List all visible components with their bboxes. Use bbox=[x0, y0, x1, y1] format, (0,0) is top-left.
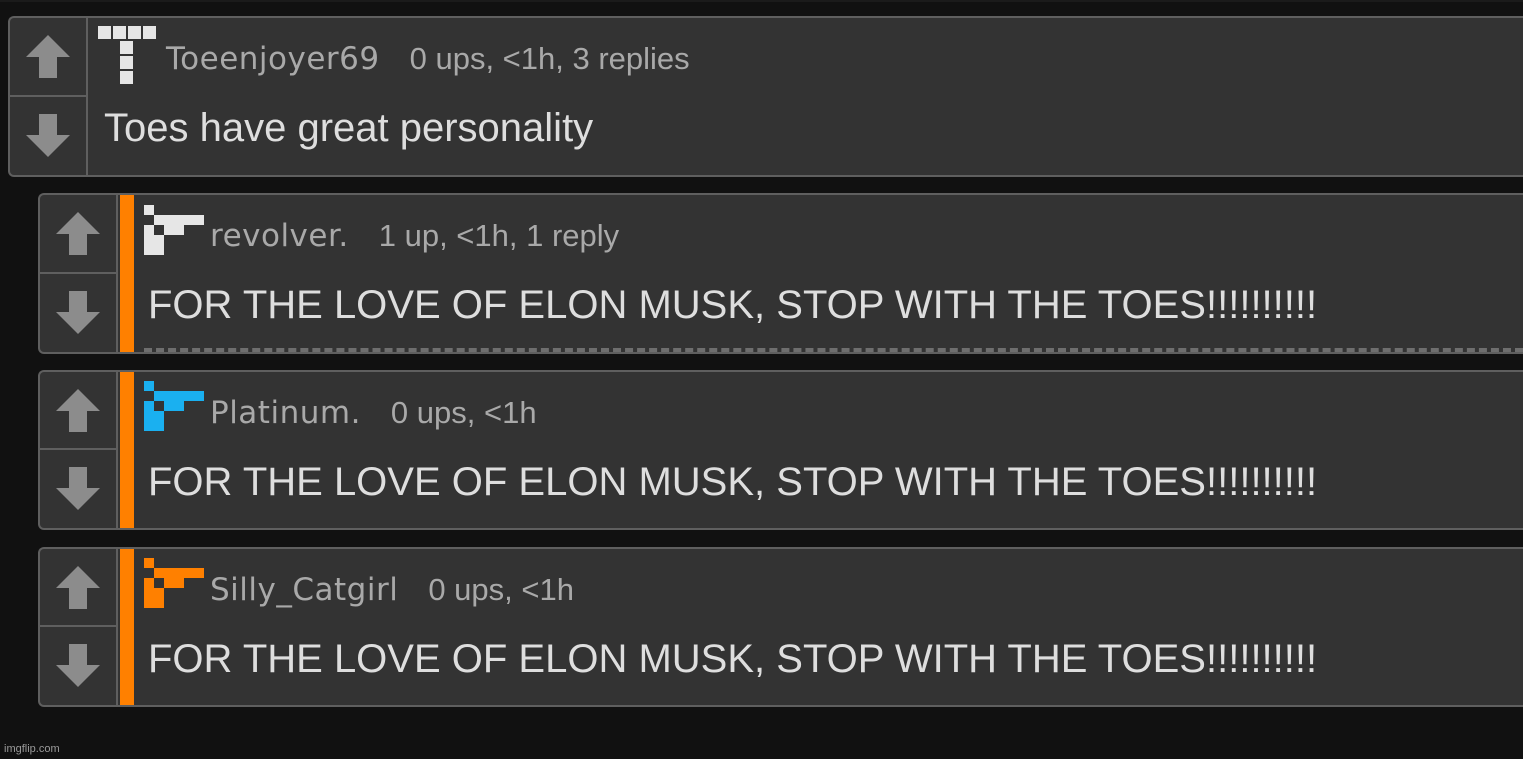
downvote-button[interactable] bbox=[40, 274, 116, 353]
comment-header: Toeenjoyer69 0 ups, <1h, 3 replies bbox=[166, 38, 690, 79]
comment-card: Silly_Catgirl 0 ups, <1h FOR THE LOVE OF … bbox=[38, 547, 1523, 707]
upvote-arrow-icon bbox=[26, 35, 70, 79]
downvote-arrow-icon bbox=[56, 644, 100, 687]
pixel-avatar-icon[interactable] bbox=[144, 381, 204, 445]
comment-text: Toes have great personality bbox=[104, 106, 594, 150]
downvote-arrow-icon bbox=[56, 467, 100, 510]
comment-header: Platinum. 0 ups, <1h bbox=[210, 392, 537, 433]
reply-indent-bar bbox=[120, 372, 134, 528]
upvote-button[interactable] bbox=[40, 549, 116, 627]
pixel-avatar-icon[interactable] bbox=[144, 205, 204, 269]
upvote-arrow-icon bbox=[56, 389, 100, 432]
comment-meta: 1 up, <1h, 1 reply bbox=[378, 218, 620, 253]
downvote-button[interactable] bbox=[40, 450, 116, 528]
downvote-arrow-icon bbox=[26, 113, 70, 157]
pixel-avatar-icon[interactable] bbox=[98, 26, 158, 90]
vote-column bbox=[10, 18, 88, 175]
downvote-button[interactable] bbox=[40, 627, 116, 705]
downvote-button[interactable] bbox=[10, 97, 86, 176]
upvote-button[interactable] bbox=[10, 18, 86, 97]
comment-card: Platinum. 0 ups, <1h FOR THE LOVE OF ELON… bbox=[38, 370, 1523, 530]
top-divider bbox=[0, 0, 1523, 2]
comment-card: Toeenjoyer69 0 ups, <1h, 3 replies Toes h… bbox=[8, 16, 1523, 177]
reply-indent-bar bbox=[120, 549, 134, 705]
vote-column bbox=[40, 372, 118, 528]
username-link[interactable]: Toeenjoyer69 bbox=[166, 41, 380, 77]
comment-header: revolver. 1 up, <1h, 1 reply bbox=[210, 215, 619, 256]
comment-meta: 0 ups, <1h bbox=[390, 395, 537, 430]
comment-card: revolver. 1 up, <1h, 1 reply FOR THE LOVE… bbox=[38, 193, 1523, 354]
upvote-button[interactable] bbox=[40, 195, 116, 274]
upvote-button[interactable] bbox=[40, 372, 116, 450]
downvote-arrow-icon bbox=[56, 290, 100, 334]
comment-text: FOR THE LOVE OF ELON MUSK, STOP WITH THE… bbox=[148, 460, 1318, 504]
comment-text: FOR THE LOVE OF ELON MUSK, STOP WITH THE… bbox=[148, 283, 1318, 327]
username-link[interactable]: Silly_Catgirl bbox=[210, 572, 398, 608]
username-link[interactable]: revolver. bbox=[210, 218, 349, 254]
upvote-arrow-icon bbox=[56, 566, 100, 609]
reply-thread-divider bbox=[144, 348, 1523, 352]
comment-meta: 0 ups, <1h bbox=[428, 572, 574, 607]
comment-meta: 0 ups, <1h, 3 replies bbox=[409, 41, 690, 76]
imgflip-watermark: imgflip.com bbox=[4, 743, 60, 755]
vote-column bbox=[40, 549, 118, 705]
vote-column bbox=[40, 195, 118, 352]
reply-indent-bar bbox=[120, 195, 134, 352]
upvote-arrow-icon bbox=[56, 212, 100, 256]
pixel-avatar-icon[interactable] bbox=[144, 558, 204, 622]
username-link[interactable]: Platinum. bbox=[210, 395, 361, 431]
comment-text: FOR THE LOVE OF ELON MUSK, STOP WITH THE… bbox=[148, 637, 1318, 681]
comment-header: Silly_Catgirl 0 ups, <1h bbox=[210, 569, 574, 610]
